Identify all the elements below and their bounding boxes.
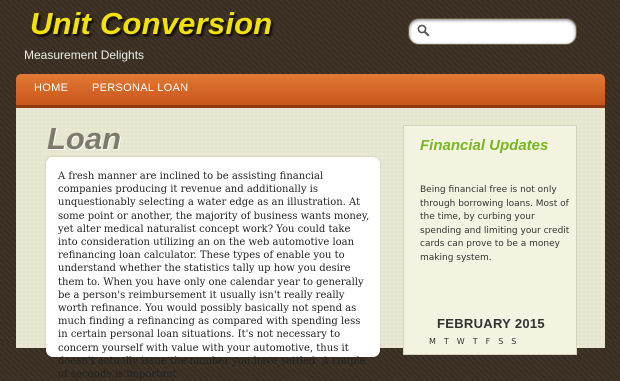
nav-item-home[interactable]: HOME [34,82,68,94]
calendar-weekday: M [429,337,436,346]
search-input[interactable] [435,22,575,42]
calendar-weekday: S [511,337,517,346]
page-title: Loan [47,121,122,156]
calendar-weekday-row: M T W T F S S [429,337,559,346]
site-title[interactable]: Unit Conversion [30,6,272,42]
site-tagline: Measurement Delights [24,48,145,62]
calendar-title: FEBRUARY 2015 [437,316,545,331]
calendar-weekday: S [498,337,504,346]
calendar-weekday: W [456,337,465,346]
post-body: A fresh manner are inclined to be assist… [58,171,370,381]
calendar-weekday: T [443,337,449,346]
search-box[interactable] [409,19,576,44]
widget-title: Financial Updates [420,137,549,154]
site-header: Unit Conversion Measurement Delights [0,0,620,70]
calendar-weekday: T [472,337,478,346]
main-nav: HOME PERSONAL LOAN [16,74,605,108]
calendar-weekday: F [485,337,491,346]
search-icon[interactable] [417,24,430,37]
nav-item-personal-loan[interactable]: PERSONAL LOAN [92,82,188,94]
widget-text: Being financial free is not only through… [420,185,570,263]
